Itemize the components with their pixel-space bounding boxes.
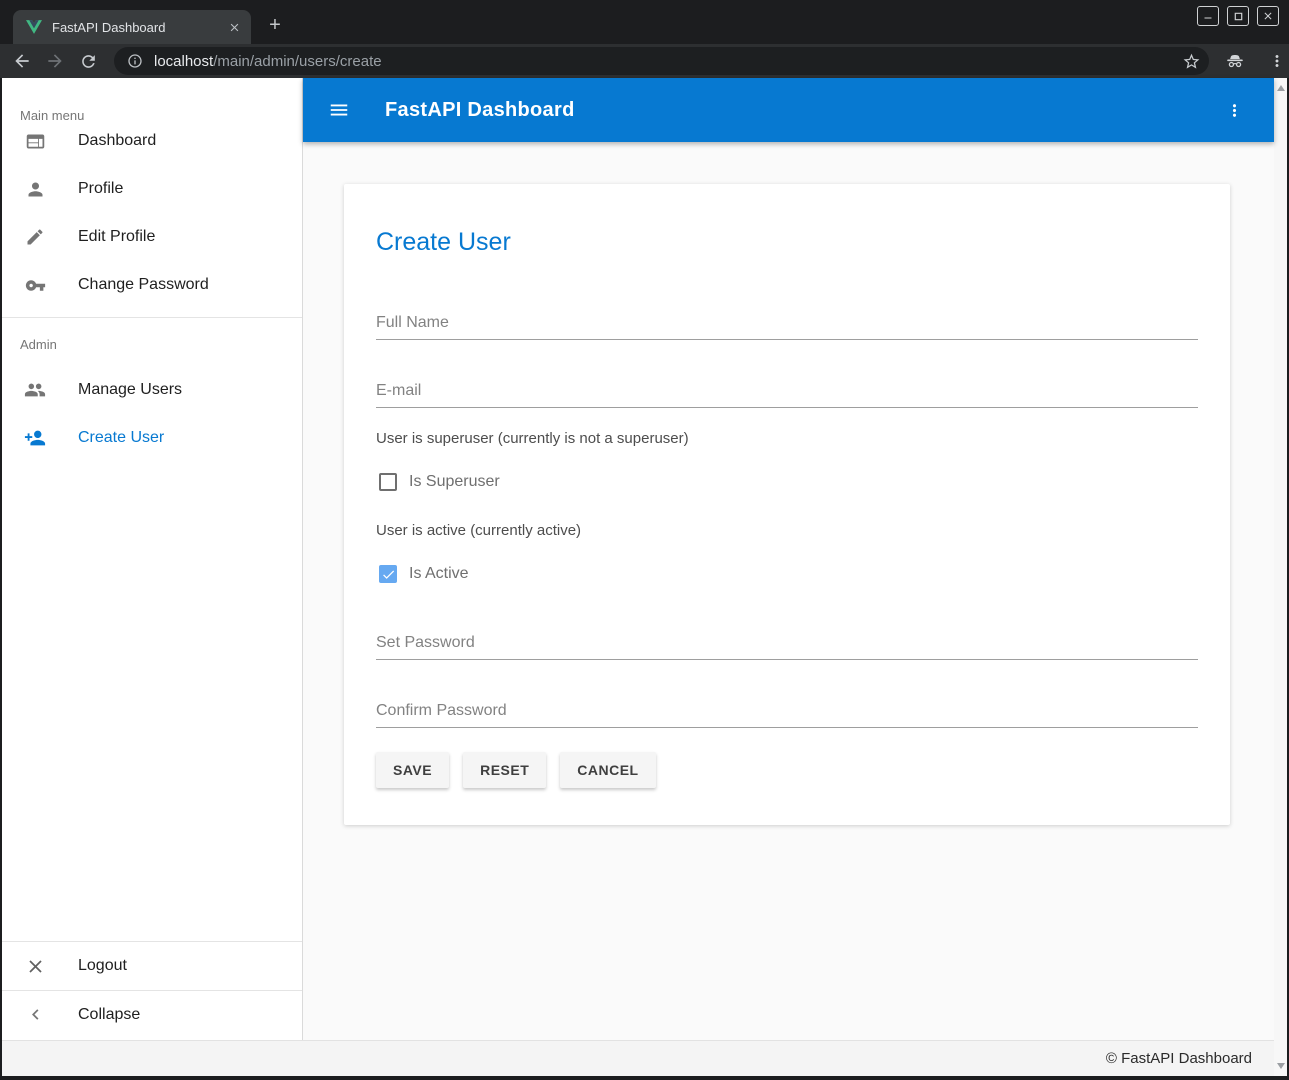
browser-tab[interactable]: FastAPI Dashboard: [13, 10, 251, 44]
browser-titlebar: FastAPI Dashboard +: [0, 0, 1289, 44]
sidebar-item-logout[interactable]: Logout: [2, 942, 302, 990]
sidebar-item-profile[interactable]: Profile: [2, 165, 302, 213]
vue-favicon-icon: [26, 20, 42, 34]
set-password-placeholder: Set Password: [376, 633, 1198, 652]
people-icon: [23, 378, 47, 402]
scrollbar-down-icon[interactable]: [1277, 1063, 1285, 1069]
reset-button[interactable]: RESET: [463, 752, 546, 788]
site-info-icon[interactable]: [126, 52, 144, 70]
sidebar-item-edit-profile[interactable]: Edit Profile: [2, 213, 302, 261]
key-icon: [23, 273, 47, 297]
sidebar-item-label: Manage Users: [78, 381, 182, 399]
sidebar-section-admin: Admin: [2, 335, 302, 355]
main-content: Create User Full Name E-mail User is sup…: [303, 142, 1274, 1040]
new-tab-button[interactable]: +: [262, 12, 288, 38]
sidebar-section-main-menu: Main menu: [2, 78, 302, 106]
url-text: localhost/main/admin/users/create: [154, 53, 1181, 70]
url-host: localhost: [154, 53, 213, 70]
window-close-button[interactable]: [1257, 6, 1279, 26]
app-menu-icon[interactable]: [1222, 98, 1246, 122]
app-title: FastAPI Dashboard: [385, 99, 575, 122]
email-placeholder: E-mail: [376, 381, 1198, 400]
browser-window: FastAPI Dashboard +: [0, 0, 1289, 1080]
back-icon[interactable]: [10, 49, 33, 73]
cancel-button[interactable]: CANCEL: [560, 752, 655, 788]
incognito-icon: [1223, 49, 1247, 73]
is-superuser-checkbox[interactable]: Is Superuser: [376, 472, 1198, 492]
confirm-password-field[interactable]: Confirm Password: [376, 701, 1198, 728]
create-user-card: Create User Full Name E-mail User is sup…: [344, 184, 1230, 825]
forward-icon[interactable]: [43, 49, 66, 73]
person-icon: [23, 177, 47, 201]
browser-toolbar: localhost/main/admin/users/create: [0, 44, 1289, 78]
dashboard-icon: [23, 129, 47, 153]
person-add-icon: [23, 426, 47, 450]
window-minimize-button[interactable]: [1197, 6, 1219, 26]
sidebar-divider: [2, 317, 302, 318]
sidebar-item-label: Profile: [78, 180, 123, 198]
is-superuser-label: Is Superuser: [409, 473, 500, 491]
app-footer: © FastAPI Dashboard: [2, 1040, 1274, 1076]
sidebar-item-label: Edit Profile: [78, 228, 155, 246]
reload-icon[interactable]: [77, 49, 100, 73]
tab-close-icon[interactable]: [225, 18, 243, 36]
sidebar: Main menu Dashboard Profile: [2, 78, 303, 1040]
window-maximize-button[interactable]: [1227, 6, 1249, 26]
sidebar-item-change-password[interactable]: Change Password: [2, 261, 302, 309]
superuser-note: User is superuser (currently is not a su…: [376, 430, 1198, 448]
is-active-label: Is Active: [409, 565, 469, 583]
full-name-field[interactable]: Full Name: [376, 313, 1198, 340]
confirm-password-placeholder: Confirm Password: [376, 701, 1198, 720]
scrollbar-up-icon[interactable]: [1277, 85, 1285, 91]
sidebar-item-label: Collapse: [78, 1006, 140, 1024]
pencil-icon: [23, 225, 47, 249]
sidebar-item-manage-users[interactable]: Manage Users: [2, 366, 302, 414]
full-name-placeholder: Full Name: [376, 313, 1198, 332]
sidebar-item-collapse[interactable]: Collapse: [2, 990, 302, 1038]
tab-title: FastAPI Dashboard: [52, 20, 225, 35]
close-icon: [23, 954, 47, 978]
save-button[interactable]: SAVE: [376, 752, 449, 788]
page-content: Main menu Dashboard Profile: [2, 78, 1287, 1076]
page-scrollbar[interactable]: [1274, 78, 1287, 1076]
sidebar-item-create-user[interactable]: Create User: [2, 414, 302, 462]
hamburger-menu-icon[interactable]: [327, 98, 351, 122]
url-path: /main/admin/users/create: [213, 53, 381, 70]
address-bar[interactable]: localhost/main/admin/users/create: [114, 47, 1209, 75]
copyright-text: © FastAPI Dashboard: [1106, 1050, 1252, 1067]
active-note: User is active (currently active): [376, 522, 1198, 540]
is-active-checkbox[interactable]: Is Active: [376, 564, 1198, 584]
browser-menu-icon[interactable]: [1265, 49, 1289, 73]
checkbox-checked-icon[interactable]: [379, 565, 397, 583]
sidebar-item-label: Change Password: [78, 276, 209, 294]
set-password-field[interactable]: Set Password: [376, 633, 1198, 660]
checkbox-unchecked-icon[interactable]: [379, 473, 397, 491]
page-title: Create User: [376, 227, 1198, 257]
sidebar-bottom: Logout Collapse: [2, 941, 302, 1038]
form-buttons: SAVE RESET CANCEL: [376, 752, 1198, 788]
bookmark-star-icon[interactable]: [1181, 50, 1203, 72]
sidebar-item-label: Dashboard: [78, 132, 156, 150]
sidebar-item-label: Logout: [78, 957, 127, 975]
app-bar: FastAPI Dashboard: [303, 78, 1274, 142]
chevron-left-icon: [23, 1003, 47, 1027]
sidebar-item-label: Create User: [78, 429, 164, 447]
email-field[interactable]: E-mail: [376, 381, 1198, 408]
